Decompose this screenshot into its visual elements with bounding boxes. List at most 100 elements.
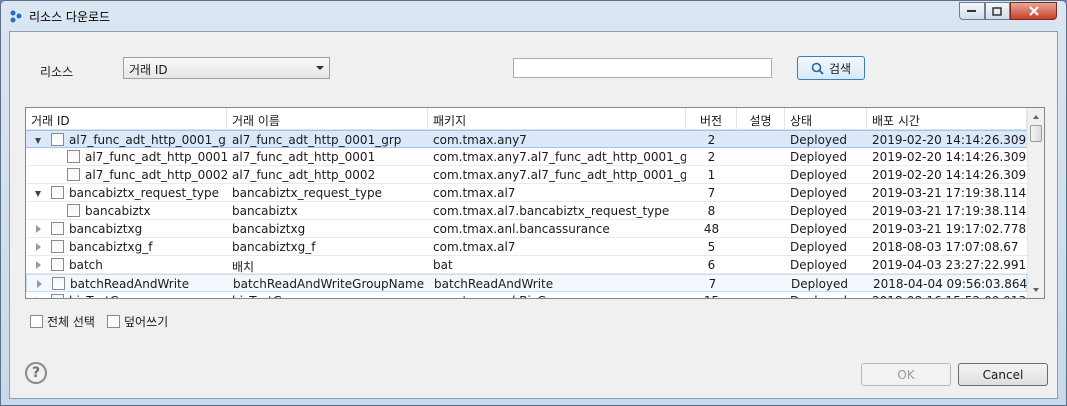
row-checkbox[interactable] [51,294,64,298]
collapse-arrow-icon[interactable] [35,138,41,144]
row-id-text: al7_func_adt_http_0002 [85,168,227,182]
cell-package: com.tmax.any7.al7_func_adt_http_0001_grp [433,150,686,164]
cell-id: bancabiztxg [26,220,227,238]
ok-button[interactable]: OK [861,363,951,386]
cell-package: com.tmax.al7 [433,186,516,200]
cell-description [737,292,785,298]
row-checkbox[interactable] [51,186,64,199]
cell-status: Deployed [790,186,848,200]
cell-id: al7_func_adt_http_0001 [26,148,227,166]
row-checkbox[interactable] [51,258,64,271]
table-row[interactable]: al7_func_adt_http_0002 al7_func_adt_http_… [26,166,1027,184]
select-all-box[interactable] [30,315,43,328]
vertical-scrollbar[interactable] [1027,108,1044,298]
cell-deploy-time: 2019-02-20 14:14:26.309 [872,133,1027,147]
cell-deploy-time: 2019-02-20 14:14:26.309 [872,168,1027,182]
column-header-name[interactable]: 거래 이름 [227,108,428,130]
maximize-icon [992,6,1002,16]
expand-arrow-icon[interactable] [37,280,42,288]
select-all-checkbox[interactable]: 전체 선택 [30,313,95,330]
table-row[interactable]: al7_func_adt_http_0001_grp al7_func_adt_h… [26,130,1027,148]
cell-name: bancabiztxg [232,222,306,236]
cell-deploy-time: 2018-08-03 17:07:08.67 [872,240,1019,254]
table-row[interactable]: al7_func_adt_http_0001 al7_func_adt_http_… [26,148,1027,166]
cell-package: com.tmax.anl.bancassurance [433,222,610,236]
cell-status: Deployed [790,168,848,182]
window-title: 리소스 다운로드 [29,10,111,24]
cell-version: 5 [707,240,716,254]
cell-version: 7 [708,277,717,291]
expand-arrow-icon[interactable] [36,243,41,251]
expand-arrow-icon[interactable] [36,225,41,233]
cell-status: Deployed [790,150,848,164]
table-row[interactable]: batchReadAndWrite batchReadAndWriteGroupN… [26,274,1027,292]
overwrite-label: 덮어쓰기 [124,315,169,329]
cell-package: com.tmax.al7.bancabiztx_request_type [433,204,670,218]
cell-version: 7 [707,186,716,200]
cell-package: batchReadAndWrite [434,277,554,291]
cell-name: al7_func_adt_http_0001_grp [232,133,402,147]
column-header-status[interactable]: 상태 [785,108,867,130]
table-row[interactable]: bancabiztx_request_type bancabiztx_reques… [26,184,1027,202]
row-id-text: bancabiztxg_f [69,240,153,254]
row-id-text: al7_func_adt_http_0001_grp [69,133,227,147]
column-header-id[interactable]: 거래 ID [26,108,227,130]
row-checkbox[interactable] [67,168,80,181]
cell-name: bancabiztxg_f [232,240,316,254]
row-id-text: bizTestGroup [69,294,146,298]
cell-version: 2 [707,133,716,147]
column-header-description[interactable]: 설명 [737,108,785,130]
cell-name: al7_func_adt_http_0002 [232,168,376,182]
cell-description [737,166,785,184]
help-icon[interactable]: ? [25,362,47,384]
scroll-thumb[interactable] [1030,125,1042,142]
search-input[interactable] [513,58,772,78]
cell-status: Deployed [790,133,848,147]
expand-arrow-icon[interactable] [36,297,41,298]
cell-status: Deployed [790,204,848,218]
cell-deploy-time: 2019-04-03 23:27:22.991 [872,258,1027,272]
search-button[interactable]: 검색 [797,56,865,80]
row-checkbox[interactable] [51,222,64,235]
column-header-version[interactable]: 버전 [686,108,737,130]
search-icon [811,62,824,75]
resource-download-dialog: 리소스 다운로드 리소스 거래 ID 검색 거래 ID 거래 이름 패키지 버전… [0,0,1067,406]
cell-id: al7_func_adt_http_0002 [26,166,227,184]
column-header-deploy-time[interactable]: 배포 시간 [867,108,1027,130]
row-checkbox[interactable] [67,150,80,163]
cell-name: bizTestGroup [227,292,428,298]
row-checkbox[interactable] [51,240,64,253]
table-row[interactable]: bancabiztxg bancabiztxg com.tmax.anl.banca… [26,220,1027,238]
row-checkbox[interactable] [51,133,64,146]
overwrite-checkbox[interactable]: 덮어쓰기 [107,313,168,330]
cell-deploy-time: 2019-03-21 17:19:38.114 [872,186,1027,200]
scroll-up-icon[interactable] [1033,115,1039,119]
cell-description [737,202,785,220]
minimize-button[interactable] [959,2,985,20]
cell-package: com.tmax.anl.BizGroup [428,292,686,298]
scroll-down-icon[interactable] [1033,288,1039,292]
overwrite-box[interactable] [107,315,120,328]
cell-description [737,148,785,166]
row-checkbox[interactable] [67,204,80,217]
resource-select[interactable]: 거래 ID [123,57,330,79]
table-row[interactable]: bancabiztx bancabiztx com.tmax.al7.bancabi… [26,202,1027,220]
row-id-text: batchReadAndWrite [70,277,190,291]
table-header: 거래 ID 거래 이름 패키지 버전 설명 상태 배포 시간 [26,108,1027,130]
close-button[interactable] [1010,2,1057,20]
cell-version: 48 [703,222,720,236]
cell-description [737,184,785,202]
cell-deploy-time: 2018-08-16 15:52:09.913 [867,292,1027,298]
cancel-button[interactable]: Cancel [958,363,1048,386]
cell-package: com.tmax.al7 [433,240,516,254]
table-row[interactable]: bancabiztxg_f bancabiztxg_f com.tmax.al7 5 D… [26,238,1027,256]
maximize-button[interactable] [985,2,1010,20]
expand-arrow-icon[interactable] [36,261,41,269]
row-checkbox[interactable] [52,277,65,290]
cell-version: 6 [707,258,716,272]
collapse-arrow-icon[interactable] [35,191,41,197]
table-row[interactable]: batch 배치 bat 6 Deployed 2019-04-03 23:27:22.9… [26,256,1027,274]
table-row[interactable]: bizTestGroupbizTestGroupcom.tmax.anl.Biz… [26,292,1027,298]
column-header-package[interactable]: 패키지 [428,108,686,130]
chevron-down-icon [316,66,324,70]
